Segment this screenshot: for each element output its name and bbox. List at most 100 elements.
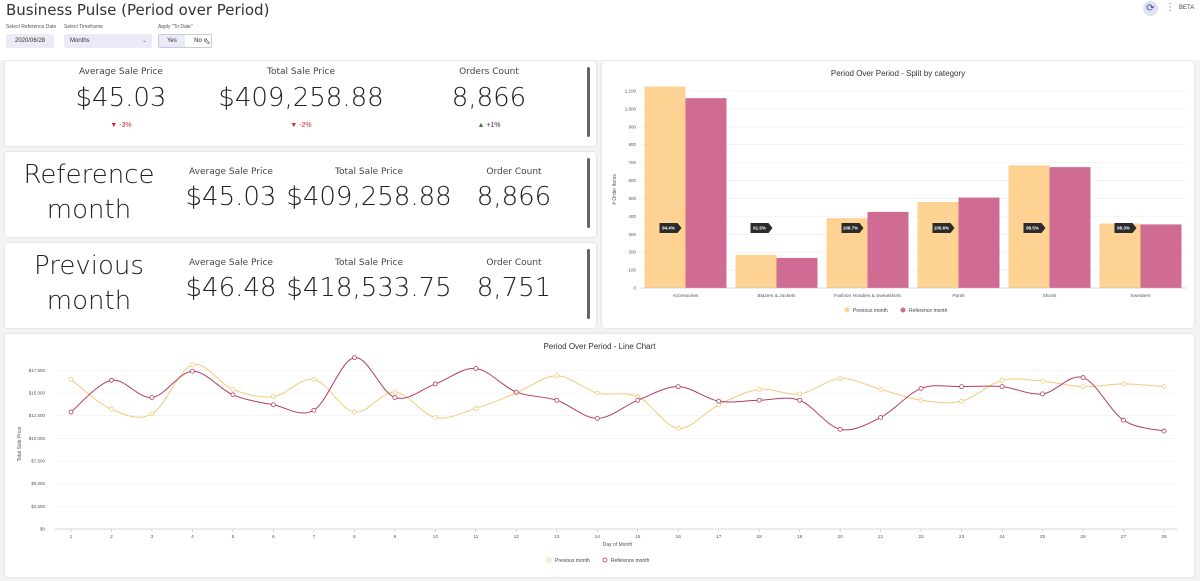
bar: [958, 197, 1000, 288]
ref-label-total: Total Sale Price: [335, 167, 403, 177]
x-tick-label: Blazers & Jackets: [757, 293, 796, 299]
x-tick-label: 13: [554, 534, 560, 540]
ref-label-orders: Order Count: [486, 167, 542, 177]
scrollbar-thumb[interactable]: [587, 249, 590, 319]
bar: [1049, 167, 1091, 288]
x-tick-label: 17: [716, 534, 722, 540]
legend-marker: [900, 307, 906, 313]
x-tick-label: Sweaters: [1131, 293, 1152, 299]
data-point: [1080, 384, 1086, 390]
x-tick-label: 24: [999, 534, 1005, 540]
data-point: [230, 392, 236, 398]
y-tick-label: 200: [628, 250, 636, 255]
data-point: [837, 376, 843, 381]
y-tick-label: $5,000: [31, 481, 45, 486]
x-tick-label: 27: [1121, 534, 1127, 540]
data-point: [1161, 428, 1167, 434]
annotation-label: 98.3%: [1117, 226, 1130, 231]
data-point: [392, 395, 398, 400]
x-tick-label: 25: [1040, 534, 1046, 540]
data-point: [230, 386, 236, 392]
x-tick-label: 11: [473, 534, 478, 540]
data-point: [716, 398, 722, 404]
x-tick-label: 14: [595, 534, 601, 540]
previous-month-title: Previous month: [34, 251, 144, 316]
kpi-delta-orders: ▲ +1%: [477, 122, 501, 129]
bar-chart: 0 100 200 300 400 500 600 700 800 900 1,000 1,100 # …: [612, 86, 1186, 314]
x-tick-label: 18: [757, 534, 763, 540]
prev-label-avg: Average Sale Price: [189, 258, 273, 268]
x-tick-label: 21: [878, 534, 884, 540]
y-tick-label: $17,500: [29, 368, 46, 373]
x-tick-label: Fashion Hoodies & Sweatshirts: [834, 293, 901, 299]
to-date-yes-button[interactable]: Yes: [159, 35, 185, 47]
data-point: [1121, 417, 1126, 423]
series-line: [70, 364, 1165, 429]
bar: [776, 257, 818, 288]
x-tick-label: 28: [1161, 534, 1167, 540]
data-point: [149, 411, 155, 417]
scrollbar-thumb[interactable]: [587, 158, 590, 228]
triangle-up-icon: ▲: [477, 122, 487, 129]
line-chart-card: Period Over Period - Line Chart $0 $2,500…: [5, 334, 1194, 577]
y-tick-label: 600: [628, 178, 636, 183]
y-tick-label: $7,500: [31, 459, 45, 464]
kpi-label-total: Total Sale Price: [267, 67, 335, 77]
previous-month-card: Previous month Average Sale Price $46.48…: [5, 243, 596, 328]
bar: [917, 202, 959, 288]
x-tick-label: Shorts: [1043, 293, 1057, 299]
data-point: [473, 366, 479, 371]
data-point: [797, 391, 803, 397]
prev-value-orders: 8,751: [476, 273, 552, 303]
legend-marker: [602, 557, 608, 563]
x-tick-label: 22: [918, 534, 924, 540]
reference-month-card: Reference month Average Sale Price $45.0…: [5, 152, 596, 237]
data-point: [878, 386, 884, 392]
x-tick-label: 15: [635, 534, 641, 540]
refresh-icon[interactable]: ⟳: [1143, 1, 1158, 16]
legend-marker: [844, 307, 850, 313]
data-point: [1080, 375, 1086, 380]
bar: [867, 211, 909, 288]
annotation-label: 98.5%: [1026, 226, 1039, 231]
legend-label: Reference month: [909, 308, 948, 314]
annotation-label: 105.6%: [934, 226, 949, 231]
data-point: [1121, 381, 1126, 387]
data-point: [675, 425, 681, 431]
y-tick-label: $2,500: [31, 504, 45, 509]
data-point: [756, 386, 762, 392]
bar: [644, 86, 686, 288]
data-point: [351, 409, 357, 415]
bar-chart-card: Period Over Period - Split by category 0…: [602, 61, 1194, 328]
chevron-down-icon: ⌄: [141, 38, 147, 44]
data-point: [797, 397, 803, 403]
data-point: [554, 397, 560, 403]
line-chart: $0 $2,500 $5,000 $7,500 $10,000 $12,500 $15,00…: [17, 355, 1177, 564]
data-point: [999, 384, 1005, 390]
data-point: [473, 406, 479, 411]
page-title: Business Pulse (Period over Period): [6, 1, 270, 19]
data-point: [756, 397, 762, 403]
scrollbar-thumb[interactable]: [587, 67, 590, 137]
data-point: [1161, 384, 1167, 390]
bar: [685, 98, 727, 288]
summary-kpi-card: Average Sale Price $45.03 ▼ -3% Total Sa…: [5, 61, 596, 146]
kpi-value-avg: $45.03: [75, 83, 167, 113]
top-bar: Business Pulse (Period over Period) Sele…: [0, 0, 1200, 60]
kebab-menu-icon[interactable]: ⋮: [1165, 2, 1175, 13]
ref-label-avg: Average Sale Price: [189, 167, 273, 177]
y-tick-label: 300: [628, 232, 636, 237]
timeframe-select[interactable]: Months ⌄: [64, 34, 152, 48]
x-tick-label: 1: [70, 534, 73, 540]
x-tick-label: 20: [837, 534, 843, 540]
prev-label-total: Total Sale Price: [335, 258, 403, 268]
x-tick-label: 26: [1080, 534, 1086, 540]
data-point: [432, 415, 438, 420]
reference-date-input[interactable]: 2020/06/28: [6, 34, 54, 48]
triangle-down-icon: ▼: [290, 122, 300, 129]
data-point: [68, 377, 74, 382]
y-tick-label: 1,100: [625, 89, 637, 94]
kpi-label-avg: Average Sale Price: [79, 67, 163, 77]
x-tick-label: 19: [797, 534, 803, 540]
y-tick-label: 1,000: [625, 106, 637, 111]
